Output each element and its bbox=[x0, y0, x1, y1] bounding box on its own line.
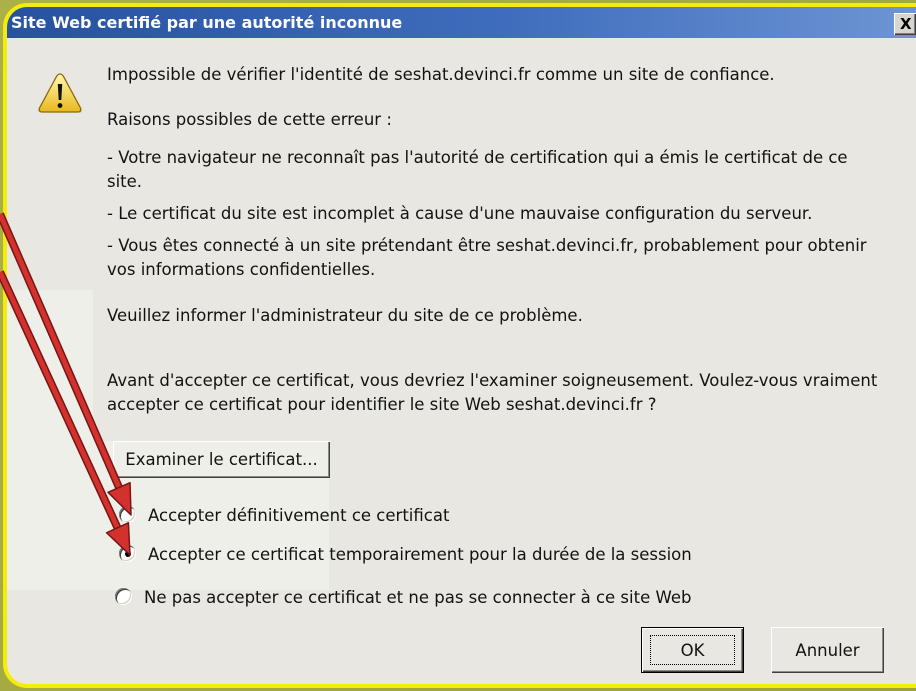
confirmation-question: Avant d'accepter ce certificat, vous dev… bbox=[107, 369, 877, 417]
advice-text: Veuillez informer l'administrateur du si… bbox=[107, 306, 583, 325]
warning-icon bbox=[38, 73, 82, 113]
option-label[interactable]: Accepter ce certificat temporairement po… bbox=[148, 545, 692, 564]
reason-line: - Votre navigateur ne reconnaît pas l'au… bbox=[107, 148, 848, 167]
option-accept-temporarily[interactable]: Accepter ce certificat temporairement po… bbox=[119, 543, 692, 567]
title-bar[interactable]: Site Web certifié par une autorité incon… bbox=[7, 7, 916, 38]
reason-item: - Vous êtes connecté à un site prétendan… bbox=[107, 234, 867, 282]
reason-item: - Votre navigateur ne reconnaît pas l'au… bbox=[107, 146, 848, 194]
close-button[interactable]: X bbox=[894, 13, 916, 35]
headline: Impossible de vérifier l'identité de ses… bbox=[107, 65, 775, 84]
highlight-overlay bbox=[7, 290, 93, 590]
exclamation-dot bbox=[57, 103, 63, 108]
option-reject[interactable]: Ne pas accepter ce certificat et ne pas … bbox=[115, 586, 691, 610]
close-icon: X bbox=[900, 15, 912, 33]
reasons-heading: Raisons possibles de cette erreur : bbox=[107, 110, 392, 129]
option-label[interactable]: Accepter définitivement ce certificat bbox=[148, 506, 449, 525]
option-accept-permanently[interactable]: Accepter définitivement ce certificat bbox=[119, 504, 449, 528]
cancel-label: Annuler bbox=[795, 640, 860, 660]
question-line: Avant d'accepter ce certificat, vous dev… bbox=[107, 371, 878, 390]
cancel-button[interactable]: Annuler bbox=[771, 627, 884, 673]
window-title: Site Web certifié par une autorité incon… bbox=[11, 13, 403, 32]
focus-rectangle bbox=[650, 635, 735, 665]
radio-button[interactable] bbox=[115, 588, 132, 605]
reason-line: vos informations confidentielles. bbox=[107, 260, 376, 279]
reason-item: - Le certificat du site est incomplet à … bbox=[107, 202, 812, 226]
radio-button[interactable] bbox=[119, 506, 136, 523]
ok-button[interactable]: OK bbox=[641, 627, 744, 673]
reason-line: - Vous êtes connecté à un site prétendan… bbox=[107, 236, 867, 255]
option-label[interactable]: Ne pas accepter ce certificat et ne pas … bbox=[144, 588, 691, 607]
reason-line: - Le certificat du site est incomplet à … bbox=[107, 204, 813, 223]
reason-line: site. bbox=[107, 172, 143, 191]
radio-button[interactable] bbox=[119, 545, 136, 562]
examine-certificate-button[interactable]: Examiner le certificat... bbox=[113, 441, 330, 478]
question-line: accepter ce certificat pour identifier l… bbox=[107, 395, 657, 414]
examine-certificate-label: Examiner le certificat... bbox=[125, 450, 318, 469]
